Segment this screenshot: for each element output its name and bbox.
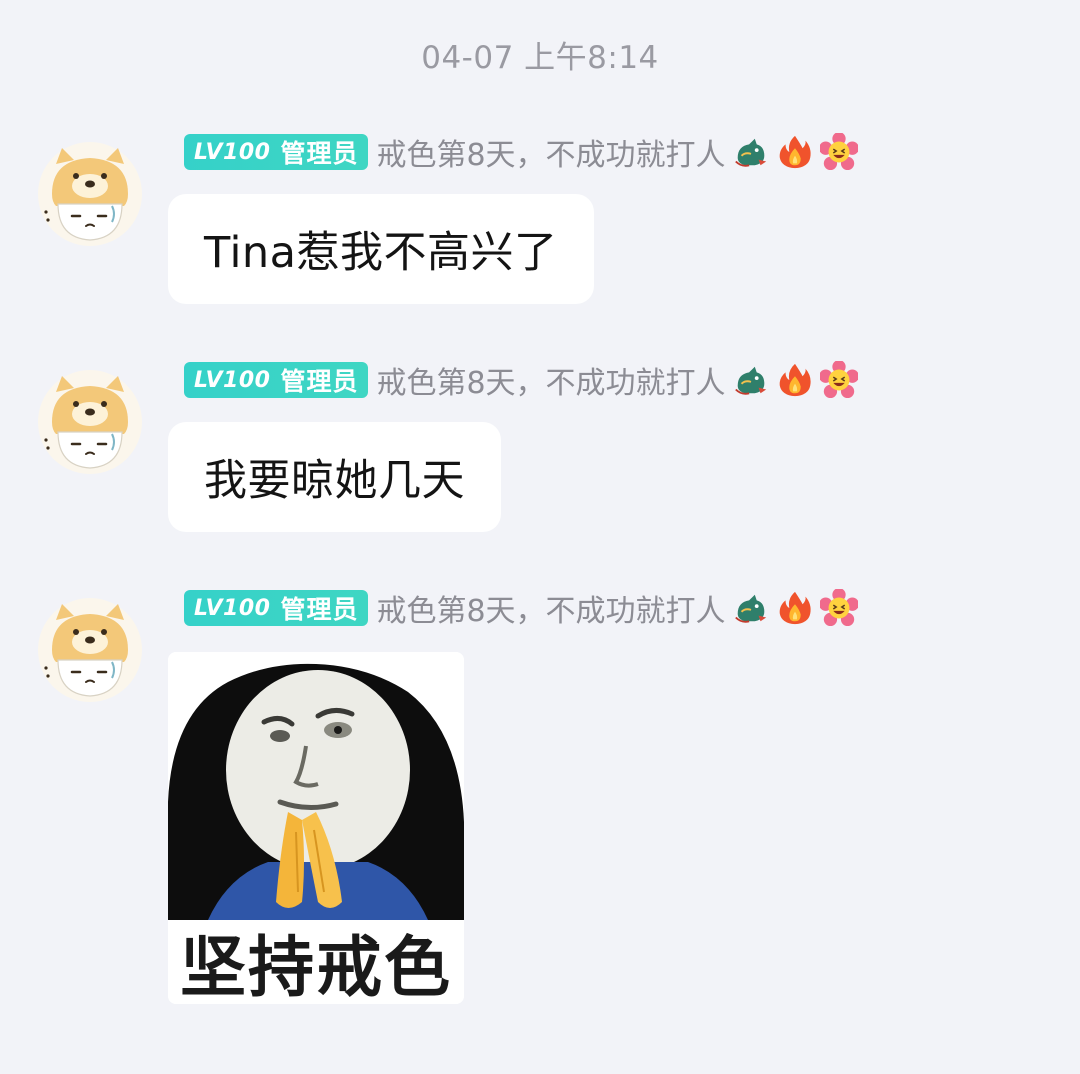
message-header: LV100 管理员 戒色第8天，不成功就打人 bbox=[184, 358, 858, 402]
message-timestamp: 04-07 上午8:14 bbox=[421, 40, 659, 76]
level-badge: LV100 管理员 bbox=[184, 134, 369, 170]
laughing-flower-icon bbox=[819, 361, 858, 399]
praying-meme-face-icon bbox=[168, 652, 464, 920]
chat-message: LV100 管理员 戒色第8天，不成功就打人 坚持戒色 bbox=[0, 588, 1080, 1028]
dragon-icon bbox=[734, 366, 766, 395]
fire-icon bbox=[779, 135, 811, 169]
fire-icon bbox=[779, 591, 811, 625]
chat-message: LV100 管理员 戒色第8天，不成功就打人 我要晾她几天 bbox=[0, 360, 1080, 540]
message-header: LV100 管理员 戒色第8天，不成功就打人 bbox=[184, 130, 858, 174]
avatar[interactable] bbox=[38, 142, 142, 246]
chat-message: LV100 管理员 戒色第8天，不成功就打人 Tina惹我不高兴了 bbox=[0, 132, 1080, 312]
level-text: LV100 bbox=[194, 367, 271, 393]
message-header: LV100 管理员 戒色第8天，不成功就打人 bbox=[184, 586, 858, 630]
level-text: LV100 bbox=[194, 595, 271, 621]
role-text: 管理员 bbox=[280, 139, 359, 168]
avatar[interactable] bbox=[38, 370, 142, 474]
sticker-caption: 坚持戒色 bbox=[168, 920, 464, 1004]
level-badge: LV100 管理员 bbox=[184, 590, 369, 626]
laughing-flower-icon bbox=[819, 133, 858, 171]
role-text: 管理员 bbox=[280, 367, 359, 396]
message-bubble[interactable]: Tina惹我不高兴了 bbox=[168, 194, 594, 304]
sender-name[interactable]: 戒色第8天，不成功就打人 bbox=[376, 586, 725, 630]
laughing-flower-icon bbox=[819, 589, 858, 627]
fire-icon bbox=[779, 363, 811, 397]
sender-name[interactable]: 戒色第8天，不成功就打人 bbox=[376, 358, 725, 402]
level-text: LV100 bbox=[194, 139, 271, 165]
level-badge: LV100 管理员 bbox=[184, 362, 369, 398]
avatar[interactable] bbox=[38, 598, 142, 702]
dragon-icon bbox=[734, 138, 766, 167]
role-text: 管理员 bbox=[280, 595, 359, 624]
message-bubble[interactable]: 我要晾她几天 bbox=[168, 422, 501, 532]
sticker-image[interactable]: 坚持戒色 bbox=[168, 652, 464, 1004]
dragon-icon bbox=[734, 594, 766, 623]
sender-name[interactable]: 戒色第8天，不成功就打人 bbox=[376, 130, 725, 174]
